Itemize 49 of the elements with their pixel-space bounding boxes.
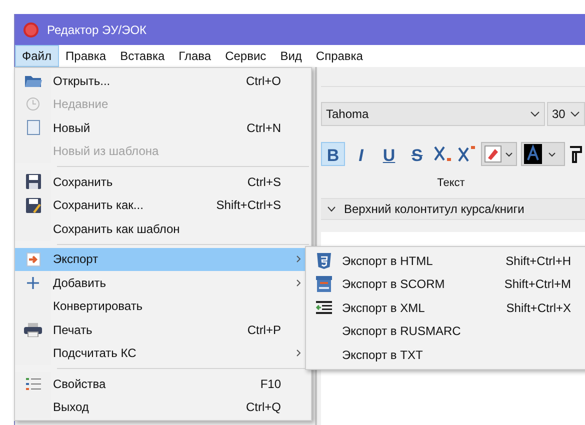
chevron-down-icon [530,111,540,117]
floppy-pencil-icon [26,198,40,213]
menu-item[interactable]: Глава [172,45,218,67]
plus-icon [26,276,40,290]
font-color-icon [524,144,542,164]
format-button[interactable]: B [321,142,345,166]
menu-item[interactable]: Файл [15,45,59,67]
menu-item[interactable]: Свойства F10 [15,372,311,396]
submenu-item[interactable]: Экспорт в TXT [306,343,585,366]
submenu-item[interactable]: Экспорт в SCORM Shift+Ctrl+M [306,272,585,296]
folder-icon [24,74,42,88]
page-icon [26,120,40,136]
clock-icon [26,97,40,112]
menu-item[interactable]: Сохранить Ctrl+S [15,170,311,194]
menu-item[interactable]: Выход Ctrl+Q [15,396,311,419]
font-combo[interactable]: Tahoma [321,102,545,126]
menu-item[interactable]: Новый Ctrl+N [15,116,311,140]
menu-item[interactable]: Вид [273,45,309,67]
format-button[interactable]: I [349,142,373,166]
format-painter-icon[interactable] [569,145,583,163]
chevron-down-icon [505,152,513,156]
menu-item[interactable]: Сохранить как... Shift+Ctrl+S [15,194,311,217]
font-color-button[interactable] [521,142,565,166]
submenu-item[interactable]: Экспорт в XML Shift+Ctrl+X [306,296,585,320]
submenu-item[interactable]: Экспорт в RUSMARC [306,320,585,343]
superscript-icon[interactable] [457,144,477,164]
printer-icon [24,322,42,337]
html5-icon [317,252,331,269]
menu-item[interactable]: Сервис [218,45,274,67]
subscript-icon[interactable] [433,144,453,164]
menu-item[interactable]: Правка [58,45,114,67]
format-button[interactable]: U [377,142,401,166]
outline-row[interactable]: Верхний колонтитул курса/книги [321,198,585,220]
group-label: Текст [437,176,465,191]
archive-box-icon [316,276,332,292]
chevron-down-icon [570,111,580,117]
highlight-color-button[interactable] [481,142,517,166]
chevron-down-icon [548,152,556,156]
list-icon [26,378,40,390]
size-combo[interactable]: 30 [547,102,585,126]
highlighter-icon [484,145,502,163]
menu-item[interactable]: Открыть... Ctrl+O [15,69,311,92]
app-logo-icon [23,22,39,38]
menu-item[interactable]: Вставка [113,45,172,67]
window-title: Редактор ЭУ/ЭОК [47,22,147,38]
format-button[interactable]: S [405,142,429,166]
xml-import-icon [316,301,332,314]
menu-item[interactable]: Сохранить как шаблон [15,217,311,240]
menu-item[interactable]: Справка [308,45,370,67]
